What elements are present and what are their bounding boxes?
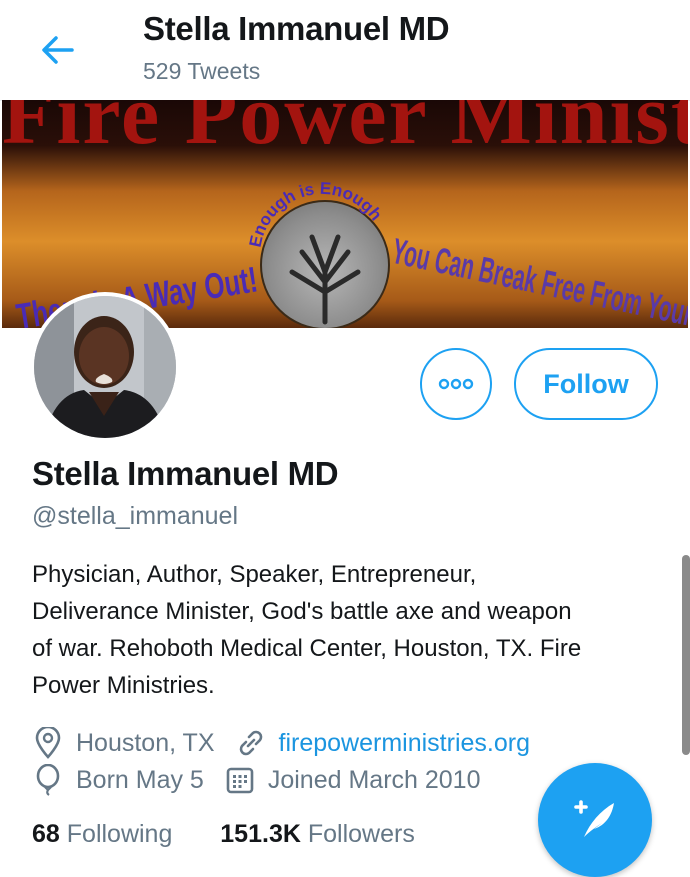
top-bar: Stella Immanuel MD 529 Tweets: [0, 0, 690, 101]
profile-handle: @stella_immanuel: [32, 502, 239, 530]
header-tweet-count: 529 Tweets: [143, 58, 261, 84]
follow-button[interactable]: Follow: [514, 348, 658, 420]
profile-bio: Physician, Author, Speaker, Entrepreneur…: [32, 561, 582, 699]
profile-name: Stella Immanuel MD: [32, 455, 339, 492]
meta-row-location-website: Houston, TX firepowerministries.org: [32, 726, 530, 760]
profile-joined-date: Joined March 2010: [267, 765, 481, 794]
banner-top-text: Fire Power Ministries: [2, 100, 688, 162]
following-label: Following: [66, 820, 173, 848]
banner-right-text: You Can Break Free From Your Past!: [388, 230, 688, 328]
more-options-button[interactable]: [420, 348, 492, 420]
banner-arc-label: Enough is Enough: [246, 179, 386, 249]
following-count: 68: [32, 820, 60, 848]
header-title: Stella Immanuel MD: [143, 10, 450, 47]
meta-row-birth-joined: Born May 5 Joined March 2010: [32, 763, 480, 797]
following-count-link[interactable]: 68 Following: [32, 820, 172, 848]
profile-birthday: Born May 5: [76, 765, 204, 794]
profile-location: Houston, TX: [76, 728, 215, 757]
location-pin-icon: [32, 727, 64, 759]
banner-arc-text: Enough is Enough: [246, 179, 386, 249]
more-icon: [438, 378, 474, 390]
followers-count-link[interactable]: 151.3K Followers: [220, 820, 415, 848]
svg-text:Enough is Enough: Enough is Enough: [246, 179, 386, 249]
scrollbar-thumb[interactable]: [682, 555, 690, 755]
followers-label: Followers: [307, 820, 415, 848]
compose-tweet-icon: [574, 800, 614, 837]
calendar-icon: [224, 764, 256, 796]
follow-counts: 68 Following 151.3K Followers: [32, 820, 415, 849]
back-button[interactable]: [34, 30, 80, 70]
profile-website-link[interactable]: firepowerministries.org: [279, 729, 530, 758]
avatar[interactable]: [30, 292, 180, 442]
avatar-photo: [34, 296, 176, 438]
balloon-icon: [32, 764, 64, 796]
compose-tweet-button[interactable]: [538, 763, 652, 877]
back-arrow-icon: [42, 36, 74, 64]
link-icon: [235, 727, 267, 759]
followers-count: 151.3K: [220, 820, 301, 848]
